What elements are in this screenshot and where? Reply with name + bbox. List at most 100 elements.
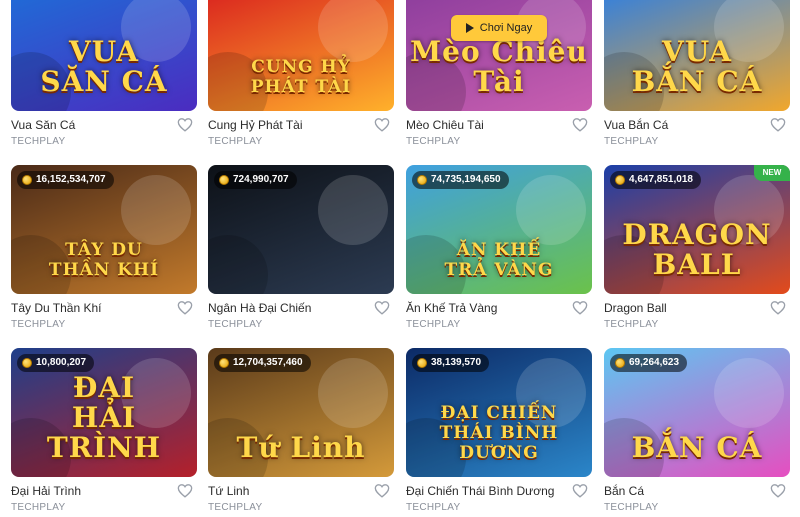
- game-name[interactable]: Ngân Hà Đại Chiến: [208, 301, 311, 315]
- game-meta: Tứ Linh TECHPLAY: [208, 477, 394, 517]
- game-logo-art: ĐẠI CHIẾN THÁI BÌNH DƯƠNG: [439, 403, 559, 463]
- favorite-heart-icon[interactable]: [572, 117, 588, 132]
- game-logo-art: CUNG HỶ PHÁT TÀI: [250, 57, 352, 97]
- game-provider: TECHPLAY: [208, 136, 263, 147]
- game-meta: Dragon Ball TECHPLAY: [604, 294, 790, 334]
- game-name[interactable]: Cung Hỷ Phát Tài: [208, 118, 303, 132]
- game-name[interactable]: Vua Săn Cá: [11, 118, 75, 132]
- favorite-heart-icon[interactable]: [572, 483, 588, 498]
- game-card[interactable]: CUNG HỶ PHÁT TÀI Cung Hỷ Phát Tài TECHPLAY: [208, 0, 394, 151]
- game-meta: Ăn Khế Trả Vàng TECHPLAY: [406, 294, 592, 334]
- game-card[interactable]: DRAGON BALL 4,647,851,018 NEW Dragon Ball TE…: [604, 165, 790, 334]
- coin-icon: [22, 358, 32, 368]
- favorite-heart-icon[interactable]: [374, 300, 390, 315]
- game-meta: Đại Chiến Thái Bình Dương TECHPLAY: [406, 477, 592, 517]
- play-now-label: Chơi Ngay: [479, 22, 533, 34]
- game-name[interactable]: Vua Bắn Cá: [604, 118, 668, 132]
- coin-icon: [219, 175, 229, 185]
- game-meta: Vua Bắn Cá TECHPLAY: [604, 111, 790, 151]
- game-card[interactable]: 724,990,707 Ngân Hà Đại Chiến TECHPLAY: [208, 165, 394, 334]
- new-badge: NEW: [754, 165, 790, 181]
- game-meta: Đại Hải Trình TECHPLAY: [11, 477, 197, 517]
- game-name[interactable]: Mèo Chiêu Tài: [406, 118, 484, 132]
- play-icon: [465, 23, 474, 33]
- game-provider: TECHPLAY: [604, 502, 659, 513]
- game-provider: TECHPLAY: [406, 502, 461, 513]
- favorite-heart-icon[interactable]: [177, 300, 193, 315]
- jackpot-amount: 16,152,534,707: [36, 174, 106, 185]
- game-thumbnail[interactable]: Tứ Linh 12,704,357,460: [208, 348, 394, 477]
- game-provider: TECHPLAY: [208, 319, 263, 330]
- coin-icon: [417, 358, 427, 368]
- game-provider: TECHPLAY: [208, 502, 263, 513]
- game-logo-art: Mèo Chiêu Tài: [410, 35, 588, 98]
- game-card[interactable]: ĐẠI HẢI TRÌNH 10,800,207 Đại Hải Trình TECH…: [11, 348, 197, 517]
- favorite-heart-icon[interactable]: [374, 117, 390, 132]
- game-logo-art: VUA SĂN CÁ: [40, 35, 168, 98]
- game-provider: TECHPLAY: [604, 319, 659, 330]
- game-thumbnail[interactable]: CUNG HỶ PHÁT TÀI: [208, 0, 394, 111]
- jackpot-amount: 38,139,570: [431, 357, 482, 368]
- game-name[interactable]: Tứ Linh: [208, 484, 249, 498]
- jackpot-amount: 10,800,207: [36, 357, 87, 368]
- jackpot-amount: 724,990,707: [233, 174, 289, 185]
- game-thumbnail[interactable]: 724,990,707: [208, 165, 394, 294]
- favorite-heart-icon[interactable]: [770, 483, 786, 498]
- game-card[interactable]: ĂN KHẾ TRẢ VÀNG 74,735,194,650 Ăn Khế Trả …: [406, 165, 592, 334]
- thumbnail-decoration: [714, 358, 784, 428]
- game-name[interactable]: Tây Du Thần Khí: [11, 301, 102, 315]
- thumbnail-decoration: [318, 358, 388, 428]
- game-card[interactable]: Tứ Linh 12,704,357,460 Tứ Linh TECHPLAY: [208, 348, 394, 517]
- favorite-heart-icon[interactable]: [770, 117, 786, 132]
- game-logo-art: BẮN CÁ: [631, 431, 763, 464]
- jackpot-badge: 12,704,357,460: [214, 354, 311, 372]
- game-name[interactable]: Ăn Khế Trả Vàng: [406, 301, 497, 315]
- game-thumbnail[interactable]: Mèo Chiêu Tài Chơi Ngay: [406, 0, 592, 111]
- game-card[interactable]: BẮN CÁ 69,264,623 Bắn Cá TECHPLAY: [604, 348, 790, 517]
- game-provider: TECHPLAY: [11, 319, 66, 330]
- jackpot-badge: 69,264,623: [610, 354, 688, 372]
- jackpot-badge: 16,152,534,707: [17, 171, 114, 189]
- game-name[interactable]: Đại Hải Trình: [11, 484, 81, 498]
- play-now-button[interactable]: Chơi Ngay: [451, 15, 547, 41]
- game-thumbnail[interactable]: BẮN CÁ 69,264,623: [604, 348, 790, 477]
- game-thumbnail[interactable]: DRAGON BALL 4,647,851,018 NEW: [604, 165, 790, 294]
- game-logo-art: VUA BẮN CÁ: [631, 35, 763, 98]
- game-logo-art: Tứ Linh: [236, 431, 366, 464]
- game-provider: TECHPLAY: [604, 136, 659, 147]
- game-meta: Mèo Chiêu Tài TECHPLAY: [406, 111, 592, 151]
- game-name[interactable]: Dragon Ball: [604, 301, 667, 315]
- game-meta: Cung Hỷ Phát Tài TECHPLAY: [208, 111, 394, 151]
- jackpot-amount: 12,704,357,460: [233, 357, 303, 368]
- game-thumbnail[interactable]: VUA BẮN CÁ: [604, 0, 790, 111]
- game-name[interactable]: Đại Chiến Thái Bình Dương: [406, 484, 554, 498]
- jackpot-badge: 74,735,194,650: [412, 171, 509, 189]
- game-thumbnail[interactable]: TÂY DU THẦN KHÍ 16,152,534,707: [11, 165, 197, 294]
- game-card[interactable]: Mèo Chiêu Tài Chơi Ngay Mèo Chiêu Tài TECHP…: [406, 0, 592, 151]
- jackpot-badge: 10,800,207: [17, 354, 95, 372]
- game-logo-art: DRAGON BALL: [622, 218, 772, 281]
- jackpot-amount: 69,264,623: [629, 357, 680, 368]
- thumbnail-decoration: [208, 235, 268, 294]
- game-thumbnail[interactable]: ĂN KHẾ TRẢ VÀNG 74,735,194,650: [406, 165, 592, 294]
- thumbnail-decoration: [318, 0, 388, 62]
- favorite-heart-icon[interactable]: [572, 300, 588, 315]
- game-card[interactable]: VUA SĂN CÁ Vua Săn Cá TECHPLAY: [11, 0, 197, 151]
- jackpot-badge: 38,139,570: [412, 354, 490, 372]
- favorite-heart-icon[interactable]: [177, 483, 193, 498]
- game-card[interactable]: TÂY DU THẦN KHÍ 16,152,534,707 Tây Du Thần…: [11, 165, 197, 334]
- game-name[interactable]: Bắn Cá: [604, 484, 644, 498]
- favorite-heart-icon[interactable]: [770, 300, 786, 315]
- coin-icon: [417, 175, 427, 185]
- game-meta: Ngân Hà Đại Chiến TECHPLAY: [208, 294, 394, 334]
- game-thumbnail[interactable]: ĐẠI HẢI TRÌNH 10,800,207: [11, 348, 197, 477]
- game-provider: TECHPLAY: [406, 136, 461, 147]
- game-card[interactable]: VUA BẮN CÁ Vua Bắn Cá TECHPLAY: [604, 0, 790, 151]
- favorite-heart-icon[interactable]: [177, 117, 193, 132]
- favorite-heart-icon[interactable]: [374, 483, 390, 498]
- game-thumbnail[interactable]: VUA SĂN CÁ: [11, 0, 197, 111]
- thumbnail-decoration: [516, 175, 586, 245]
- game-card[interactable]: ĐẠI CHIẾN THÁI BÌNH DƯƠNG 38,139,570 Đại C…: [406, 348, 592, 517]
- game-thumbnail[interactable]: ĐẠI CHIẾN THÁI BÌNH DƯƠNG 38,139,570: [406, 348, 592, 477]
- coin-icon: [615, 175, 625, 185]
